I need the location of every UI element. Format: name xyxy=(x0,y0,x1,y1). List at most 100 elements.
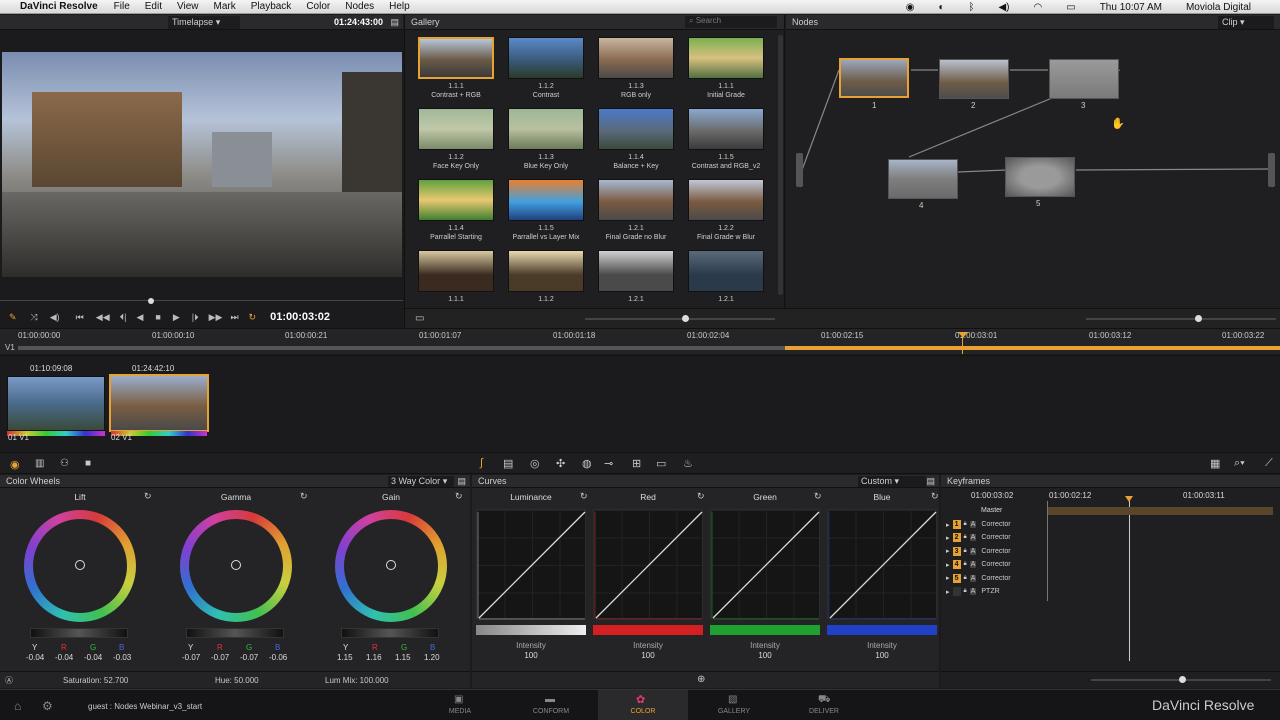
lock-icon[interactable]: 🔒︎ xyxy=(964,534,967,541)
gallery-still[interactable]: 1.1.2 Face Key Only xyxy=(416,108,496,171)
still-album-icon[interactable]: ▭ xyxy=(415,313,424,324)
curve-graph[interactable] xyxy=(593,509,703,620)
audio-icon[interactable]: ◀) xyxy=(50,312,60,323)
expand-arrow-icon[interactable]: ▸ xyxy=(946,547,950,555)
pencil-icon[interactable]: ✎ xyxy=(9,312,17,323)
shuffle-icon[interactable]: ⤨ xyxy=(31,312,38,323)
menu-help[interactable]: Help xyxy=(389,1,410,12)
curves-reset-icon[interactable]: ⊕ xyxy=(697,674,705,685)
node-input-bar[interactable] xyxy=(796,153,803,187)
curves-icon[interactable]: ∫ xyxy=(480,457,483,469)
auto-keyframe-icon[interactable]: A xyxy=(969,521,977,528)
clock[interactable]: Thu 10:07 AM xyxy=(1100,2,1162,13)
viewer-image[interactable] xyxy=(2,52,402,277)
tab-deliver[interactable]: ⛟ DELIVER xyxy=(784,690,864,720)
timeline-selected-range[interactable] xyxy=(785,346,1280,350)
channel-value[interactable]: 1.16 xyxy=(366,653,382,662)
node-5[interactable] xyxy=(1005,157,1075,197)
clip-1-thumbnail[interactable] xyxy=(7,376,105,431)
menu-file[interactable]: File xyxy=(114,1,130,12)
node-output-bar[interactable] xyxy=(1268,153,1275,187)
gallery-still[interactable]: 1.1.1 xyxy=(416,250,496,304)
scopes-icon[interactable]: ⟋ xyxy=(1265,457,1273,470)
master-wheel-slider[interactable] xyxy=(186,628,284,638)
curve-reset-icon[interactable]: ↻ xyxy=(931,491,939,502)
rgb-mixer-icon[interactable]: ⚇ xyxy=(60,458,69,469)
wheel-reset-icon[interactable]: ↻ xyxy=(144,491,152,502)
keyframe-playhead[interactable] xyxy=(1129,501,1130,661)
curves-options-icon[interactable]: ▤ xyxy=(926,476,935,487)
wheel-center-handle[interactable] xyxy=(75,560,85,570)
time-machine-icon[interactable]: ◉ xyxy=(906,2,915,13)
wheel-mode-select[interactable]: 3 Way Color ▾ xyxy=(388,475,454,487)
go-to-end-icon[interactable]: ⏭ xyxy=(230,312,238,323)
keyframe-row[interactable]: ▸ 5 🔒︎ A Corrector xyxy=(946,573,1011,583)
node-3[interactable] xyxy=(1049,59,1119,99)
master-wheel-slider[interactable] xyxy=(341,628,439,638)
channel-value[interactable]: -0.04 xyxy=(84,653,102,662)
channel-value[interactable]: -0.07 xyxy=(182,653,200,662)
expand-arrow-icon[interactable]: ▸ xyxy=(946,521,950,529)
gallery-still[interactable]: 1.1.3 Blue Key Only xyxy=(506,108,586,171)
lum-mix-value[interactable]: Lum Mix: 100.000 xyxy=(325,676,389,685)
curve-graph[interactable] xyxy=(476,509,586,620)
intensity-value[interactable]: 100 xyxy=(710,651,820,660)
channel-value[interactable]: -0.03 xyxy=(113,653,131,662)
auto-keyframe-icon[interactable]: A xyxy=(969,588,977,595)
color-wheels-icon[interactable]: ◉ xyxy=(10,458,20,471)
gallery-still[interactable]: 1.1.4 Balance + Key xyxy=(596,108,676,171)
window-icon[interactable]: ◎ xyxy=(530,457,540,470)
curve-intensity-bar[interactable] xyxy=(710,625,820,635)
primaries-bars-icon[interactable]: ▥ xyxy=(35,458,44,469)
stereo-icon[interactable]: ▭ xyxy=(656,457,666,470)
master-keyframe-track[interactable] xyxy=(1047,507,1273,515)
gallery-scrollbar[interactable] xyxy=(778,35,783,295)
keyframe-row[interactable]: ▸ 4 🔒︎ A Corrector xyxy=(946,560,1011,570)
channel-value[interactable]: -0.07 xyxy=(240,653,258,662)
saturation-value[interactable]: Saturation: 52.700 xyxy=(63,676,128,685)
stop-icon[interactable]: ■ xyxy=(155,312,160,322)
activity-icon[interactable]: ◐ xyxy=(938,2,944,13)
viewer-mode-select[interactable]: Timelapse ▾ xyxy=(168,15,240,29)
hue-value[interactable]: Hue: 50.000 xyxy=(215,676,259,685)
keyframe-row[interactable]: ▸ 3 🔒︎ A Corrector xyxy=(946,546,1011,556)
play-reverse-icon[interactable]: ◀ xyxy=(136,312,143,323)
battery-icon[interactable]: ▭ xyxy=(1066,2,1075,13)
expand-arrow-icon[interactable]: ▸ xyxy=(946,588,950,596)
menu-playback[interactable]: Playback xyxy=(251,1,292,12)
node-zoom-handle[interactable] xyxy=(1195,315,1202,322)
gallery-still[interactable]: 1.1.5 Contrast and RGB_v2 xyxy=(686,108,766,171)
curve-intensity-bar[interactable] xyxy=(827,625,937,635)
curve-intensity-bar[interactable] xyxy=(593,625,703,635)
gallery-still[interactable]: 1.1.5 Parrallel vs Layer Mix xyxy=(506,179,586,242)
hsl-qualifier-icon[interactable]: ▤ xyxy=(503,457,513,470)
auto-keyframe-icon[interactable]: A xyxy=(969,561,977,569)
channel-value[interactable]: 1.20 xyxy=(424,653,440,662)
fx-icon[interactable]: ♨ xyxy=(683,457,693,470)
rewind-icon[interactable]: ◀◀ xyxy=(96,312,110,323)
node-1[interactable] xyxy=(839,58,909,98)
viewer-options-icon[interactable]: ▤ xyxy=(390,17,399,28)
step-back-icon[interactable]: ⏴| xyxy=(120,312,127,323)
curve-reset-icon[interactable]: ↻ xyxy=(580,491,588,502)
tab-media[interactable]: ▣ MEDIA xyxy=(420,690,500,720)
settings-gear-icon[interactable]: ⚙ xyxy=(42,699,53,713)
gallery-still[interactable]: 1.2.1 xyxy=(686,250,766,304)
channel-value[interactable]: -0.04 xyxy=(55,653,73,662)
tracker-icon[interactable]: ✣ xyxy=(556,457,565,470)
wheel-reset-icon[interactable]: ↻ xyxy=(455,491,463,502)
tab-gallery[interactable]: ▧ GALLERY xyxy=(694,690,774,720)
keyframe-row[interactable]: ▸ 2 🔒︎ A Corrector xyxy=(946,533,1011,543)
grid-icon[interactable]: ▦ xyxy=(1210,457,1220,470)
tab-conform[interactable]: ▬ CONFORM xyxy=(511,690,591,720)
curve-reset-icon[interactable]: ↻ xyxy=(697,491,705,502)
lock-icon[interactable]: 🔒︎ xyxy=(964,548,967,555)
expand-arrow-icon[interactable]: ▸ xyxy=(946,574,950,582)
menu-color[interactable]: Color xyxy=(306,1,330,12)
intensity-value[interactable]: 100 xyxy=(476,651,586,660)
scrubber-handle[interactable] xyxy=(148,298,154,304)
menu-mark[interactable]: Mark xyxy=(214,1,236,12)
gallery-still[interactable]: 1.1.1 Contrast + RGB xyxy=(416,37,496,100)
keyframe-row[interactable]: ▸ 1 🔒︎ A Corrector xyxy=(946,520,1011,529)
master-wheel-slider[interactable] xyxy=(30,628,128,638)
